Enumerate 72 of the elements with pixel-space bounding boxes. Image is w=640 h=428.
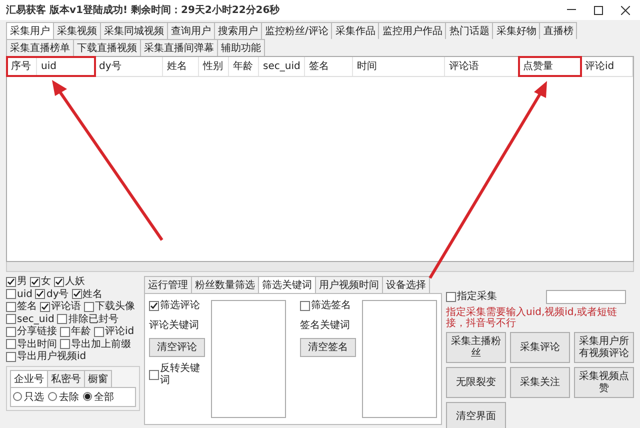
checkbox[interactable]: sec_uid [6,314,54,325]
checkbox[interactable]: 筛选签名 [300,300,356,312]
checkbox[interactable]: 评论语 [40,301,81,312]
checkbox[interactable]: 导出时间 [6,338,57,350]
tab[interactable]: 直播榜 [539,22,578,39]
column-header[interactable]: sec_uid [259,57,305,76]
column-header[interactable]: 性别 [199,57,229,76]
action-button[interactable]: 采集用户所有视频评论 [574,332,634,363]
highlight-frame [518,56,582,77]
column-header[interactable]: 时间 [353,57,445,76]
checkbox[interactable]: 评论id [94,326,134,338]
column-header[interactable]: 序号 [7,57,37,76]
field-label: 评论关键词 [149,318,200,332]
radio-button[interactable]: 只选 [13,390,44,404]
tab[interactable]: 采集直播榜单 [6,39,74,56]
tab[interactable]: 运行管理 [144,276,192,293]
check-icon [72,290,81,298]
tab[interactable]: 辅助功能 [217,39,265,56]
radio-button[interactable]: 全部 [83,390,114,404]
checkbox[interactable]: 男 [6,276,27,288]
action-button[interactable]: 清空界面 [446,402,506,428]
checkbox[interactable]: 姓名 [72,288,103,300]
tab[interactable]: 采集用户 [6,22,54,39]
checkbox[interactable]: 人妖 [54,276,85,288]
column-header[interactable]: dy号 [95,57,163,76]
column-header[interactable]: 年龄 [229,57,259,76]
checkbox[interactable]: 年龄 [60,326,91,338]
minimize-icon[interactable] [567,9,576,11]
check-icon [7,278,15,286]
action-button[interactable]: 采集关注 [510,367,570,398]
checkbox[interactable]: 签名 [6,301,37,312]
action-button[interactable]: 采集评论 [510,332,570,363]
action-button[interactable]: 采集主播粉丝 [446,332,506,363]
clear-button[interactable]: 清空签名 [300,338,356,357]
action-button[interactable]: 无限裂变 [446,367,506,398]
check-icon [55,278,63,286]
tab[interactable]: 私密号 [47,370,85,386]
tab[interactable]: 热门话题 [445,22,494,39]
column-header[interactable]: 评论语 [445,57,519,76]
column-header[interactable]: 签名 [305,57,353,76]
keyword-textarea[interactable] [211,300,286,418]
check-icon [150,302,158,310]
checkbox[interactable]: 导出用户视频id [6,351,86,362]
column-header[interactable]: 评论id [581,57,633,76]
checkbox[interactable]: 反转关键词 [149,363,205,386]
checkbox[interactable]: 导出加上前缀 [60,338,131,350]
tab[interactable]: 企业号 [10,370,48,386]
checkbox[interactable]: 指定采集 [446,291,497,303]
tab[interactable]: 设备选择 [382,276,430,293]
field-label: 签名关键词 [300,318,351,332]
checkbox[interactable]: 筛选评论 [149,300,205,312]
checkbox[interactable]: 分享链接 [6,326,57,338]
input-field[interactable] [546,290,626,304]
radio-button[interactable]: 去除 [48,390,79,404]
column-header[interactable]: uid [37,57,95,76]
close-icon[interactable] [621,6,630,14]
keyword-textarea[interactable] [362,300,437,418]
maximize-icon[interactable] [594,6,603,14]
checkbox[interactable]: dy号 [35,288,69,300]
checkbox[interactable]: uid [6,288,32,300]
checkbox[interactable]: 女 [30,276,51,288]
tab[interactable]: 橱窗 [84,370,112,386]
window-title: 汇易获客 版本v1登陆成功! 剩余时间：29天2小时22分26秒 [6,3,280,17]
checkbox[interactable]: 排除已封号 [57,314,118,325]
scrollbar[interactable] [6,262,634,272]
clear-button[interactable]: 清空评论 [149,338,205,357]
column-header[interactable]: 姓名 [163,57,199,76]
tab[interactable]: 筛选关键词 [258,276,316,293]
hint-text: 指定采集需要输入uid,视频id,或者短链接，抖音号不行 [446,307,618,329]
action-button[interactable]: 采集视频点赞 [574,367,634,398]
checkbox[interactable]: 下载头像 [84,301,135,312]
column-header[interactable]: 点赞量 [519,57,581,76]
